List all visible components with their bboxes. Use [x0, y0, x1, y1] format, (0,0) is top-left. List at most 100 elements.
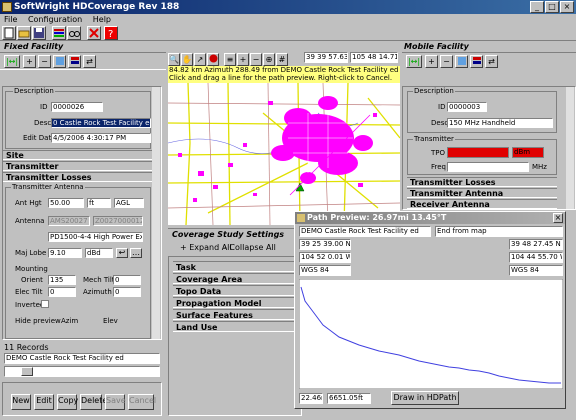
mobile-facility-panel: Description ID 0000003 Desc 150 MHz Hand… — [402, 86, 576, 210]
new-file-icon[interactable] — [2, 26, 16, 40]
help-icon[interactable]: ? — [104, 26, 118, 40]
remove-icon[interactable]: − — [38, 55, 51, 68]
land-use-section[interactable]: Land Use — [173, 321, 297, 332]
open-folder-icon[interactable] — [17, 26, 31, 40]
ant-hgt-field[interactable]: 50.00 — [48, 198, 84, 208]
elec-tilt-label: Elec Tilt — [15, 288, 43, 296]
record-buttons: New Edit Copy Delete Save Cancel — [2, 382, 162, 416]
fixed-id-field[interactable]: 0000026 — [51, 102, 103, 112]
settings-icon[interactable] — [68, 55, 81, 68]
coverage-area-section[interactable]: Coverage Area — [173, 273, 297, 284]
transfer-icon[interactable]: ⇄ — [83, 55, 96, 68]
draw-in-hdpath-button[interactable]: Draw in HDPath — [391, 391, 459, 405]
map-layers-icon[interactable]: ≡ — [224, 53, 236, 66]
mech-tilt-label: Mech Tilt — [83, 276, 115, 284]
path-start-name: DEMO Castle Rock Test Facility ed — [299, 226, 431, 237]
site-section[interactable]: Site — [3, 150, 153, 160]
zoom-in-icon[interactable]: + — [237, 53, 249, 66]
menu-help[interactable]: Help — [93, 15, 111, 24]
new-record-button[interactable]: New — [11, 394, 31, 410]
globe-icon[interactable] — [207, 53, 219, 66]
terrain-profile-chart — [299, 279, 563, 389]
mobile-id-field[interactable]: 0000003 — [447, 102, 487, 112]
mobile-transfer-icon[interactable]: ⇄ — [485, 55, 498, 68]
delete-x-icon[interactable] — [87, 26, 101, 40]
zoom-icon[interactable]: 🔍 — [168, 53, 180, 66]
menu-file[interactable]: File — [4, 15, 17, 24]
zoom-extent-icon[interactable]: ⊕ — [263, 53, 275, 66]
mobile-remove-icon[interactable]: − — [440, 55, 453, 68]
menu-bar: File Configuration Help — [0, 14, 576, 25]
zoom-out-icon[interactable]: − — [250, 53, 262, 66]
maj-lobe-more-button[interactable]: … — [130, 248, 142, 258]
glasses-icon[interactable] — [67, 26, 81, 40]
transmitter-losses-section[interactable]: Transmitter Losses — [3, 172, 153, 182]
desc-label: Desc — [34, 119, 52, 127]
grid-icon[interactable]: # — [276, 53, 288, 66]
ant-hgt-ref-select[interactable]: AGL — [114, 198, 144, 208]
layers-icon[interactable] — [52, 26, 66, 40]
minimize-button[interactable]: _ — [530, 1, 544, 13]
mobile-range-icon[interactable]: |↔| — [406, 55, 422, 68]
elec-tilt-field[interactable]: 0 — [48, 287, 76, 297]
inverted-label: Inverted — [15, 301, 45, 309]
mobile-desc-label: Desc — [431, 119, 449, 127]
map-lon-readout: 105 48 14.71W — [350, 52, 398, 63]
fixed-panel-scrollbar[interactable] — [152, 87, 160, 339]
tpo-field[interactable] — [447, 147, 509, 158]
close-button[interactable]: × — [560, 1, 574, 13]
freq-field[interactable] — [447, 162, 529, 172]
inverted-checkbox[interactable] — [41, 300, 49, 308]
save-disk-icon[interactable] — [32, 26, 46, 40]
maximize-button[interactable]: □ — [545, 1, 559, 13]
fixed-toolbar: |↔| + − ⇄ — [0, 52, 166, 70]
fixed-desc-field[interactable]: 0 Castle Rock Test Facility ed — [51, 118, 151, 128]
range-icon[interactable]: |↔| — [4, 55, 20, 68]
pan-hand-icon[interactable]: ✋ — [181, 53, 193, 66]
path-start-datum: WGS 84 — [299, 265, 351, 276]
mech-tilt-field[interactable]: 0 — [113, 275, 141, 285]
path-preview-close-button[interactable]: × — [553, 213, 563, 223]
add-icon[interactable]: + — [23, 55, 36, 68]
tpo-label: TPO — [431, 149, 446, 157]
receiver-antenna-section[interactable]: Receiver Antenna — [407, 199, 557, 209]
ant-hgt-unit-select[interactable]: ft — [87, 198, 111, 208]
maj-lobe-calc-button[interactable]: ↩ — [116, 248, 128, 258]
collapse-all-button[interactable]: - Collapse All — [224, 243, 276, 252]
surface-features-section[interactable]: Surface Features — [173, 309, 297, 320]
antenna-code-a: AMS20027 — [48, 216, 90, 226]
transmitter-section[interactable]: Transmitter — [3, 161, 153, 171]
records-scrollbar[interactable] — [4, 366, 160, 377]
path-tool-icon[interactable]: ↗ — [194, 53, 206, 66]
mobile-database-icon[interactable] — [455, 55, 468, 68]
description-label: Description — [13, 87, 55, 95]
save-record-button[interactable]: Save — [105, 394, 126, 410]
mobile-losses-section[interactable]: Transmitter Losses — [407, 177, 557, 187]
delete-record-button[interactable]: Delete — [80, 394, 107, 410]
mobile-settings-icon[interactable] — [470, 55, 483, 68]
mobile-add-icon[interactable]: + — [425, 55, 438, 68]
antenna-model-field[interactable]: PD1500-4-4 High Power Expo — [48, 232, 143, 242]
mobile-panel-scrollbar[interactable] — [566, 87, 574, 209]
menu-configuration[interactable]: Configuration — [28, 15, 82, 24]
edit-record-button[interactable]: Edit — [34, 394, 54, 410]
copy-record-button[interactable]: Copy — [57, 394, 78, 410]
maj-lobe-unit-select[interactable]: dBd — [85, 248, 113, 258]
tpo-unit-select[interactable]: dBm — [512, 147, 544, 158]
mobile-description-label: Description — [413, 87, 455, 95]
coverage-map[interactable] — [168, 83, 400, 225]
task-section[interactable]: Task — [173, 261, 297, 272]
maj-lobe-field[interactable]: 9.10 — [48, 248, 82, 258]
propagation-model-section[interactable]: Propagation Model — [173, 297, 297, 308]
records-scroll-thumb[interactable] — [21, 367, 33, 376]
azimuth-field[interactable]: 0 — [113, 287, 141, 297]
mobile-antenna-section[interactable]: Transmitter Antenna — [407, 188, 557, 198]
edit-date-field: 4/5/2006 4:30:17 PM — [51, 133, 151, 143]
database-icon[interactable] — [53, 55, 66, 68]
cancel-record-button[interactable]: Cancel — [128, 394, 156, 410]
mobile-desc-field[interactable]: 150 MHz Handheld — [447, 118, 553, 128]
orient-field[interactable]: 135 — [48, 275, 76, 285]
topo-data-section[interactable]: Topo Data — [173, 285, 297, 296]
mobile-facility-title: Mobile Facility — [404, 42, 469, 51]
records-select[interactable]: DEMO Castle Rock Test Facility ed — [4, 353, 160, 364]
